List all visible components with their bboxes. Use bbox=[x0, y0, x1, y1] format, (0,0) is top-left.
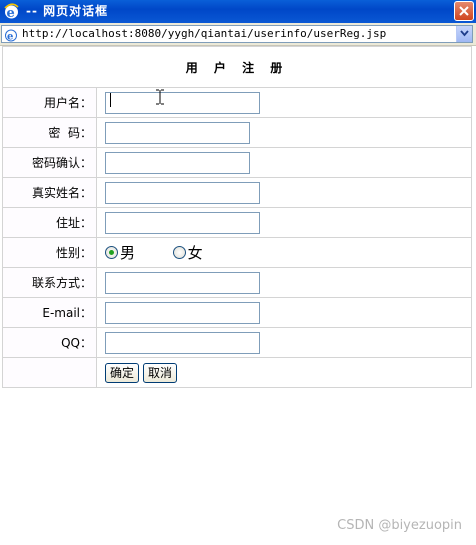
form-row-contact: 联系方式： bbox=[2, 267, 472, 298]
form-row-password: 密 码： bbox=[2, 117, 472, 148]
gender-male-radio[interactable] bbox=[105, 246, 118, 259]
form-row-email: E-mail： bbox=[2, 297, 472, 328]
address-bar: e http://localhost:8080/yygh/qiantai/use… bbox=[0, 23, 476, 46]
qq-cell bbox=[96, 327, 472, 358]
form-row-username: 用户名： bbox=[2, 87, 472, 118]
email-cell bbox=[96, 297, 472, 328]
confirm-button[interactable]: 确定 bbox=[105, 362, 140, 383]
gender-male-label: 男 bbox=[120, 243, 136, 262]
dialog-window: e -- 网页对话框 e http://localhost:8080/yygh/… bbox=[0, 0, 476, 545]
gender-female-label: 女 bbox=[187, 243, 203, 262]
actions-label-cell bbox=[2, 357, 97, 388]
realname-cell bbox=[96, 177, 472, 208]
gender-female-option[interactable]: 女 bbox=[172, 243, 203, 262]
confirm-password-cell bbox=[96, 147, 472, 178]
email-label: E-mail： bbox=[2, 297, 97, 328]
confirm-password-label: 密码确认： bbox=[2, 147, 97, 178]
address-dropdown-button[interactable] bbox=[456, 26, 472, 42]
form-row-realname: 真实姓名： bbox=[2, 177, 472, 208]
svg-text:e: e bbox=[7, 32, 13, 43]
address-url: http://localhost:8080/yygh/qiantai/useri… bbox=[22, 27, 387, 40]
password-label: 密 码： bbox=[2, 117, 97, 148]
form-row-actions: 确定 取消 bbox=[2, 357, 472, 388]
qq-label: QQ： bbox=[2, 327, 97, 358]
gender-cell: 男 女 bbox=[96, 237, 472, 268]
internet-explorer-icon: e bbox=[3, 3, 20, 21]
gender-male-option[interactable]: 男 bbox=[105, 244, 135, 262]
form-row-address: 住址： bbox=[2, 207, 472, 238]
address-label: 住址： bbox=[2, 207, 97, 238]
form-row-gender: 性别： 男 女 bbox=[2, 237, 472, 268]
form-row-qq: QQ： bbox=[2, 327, 472, 358]
address-cell bbox=[96, 207, 472, 238]
realname-label: 真实姓名： bbox=[2, 177, 97, 208]
contact-label: 联系方式： bbox=[2, 267, 97, 298]
form-title: 用 户 注 册 bbox=[2, 46, 472, 88]
svg-text:e: e bbox=[7, 6, 15, 20]
confirm-password-input[interactable] bbox=[105, 151, 250, 174]
title-bar: e -- 网页对话框 bbox=[0, 0, 476, 23]
form-row-confirm: 密码确认： bbox=[2, 147, 472, 178]
registration-form: 用 户 注 册 用户名： 密 码： 密码确认： 真实姓名： 住址： 性别： 男 … bbox=[2, 46, 472, 388]
gender-female-radio[interactable] bbox=[172, 246, 186, 259]
password-input[interactable] bbox=[105, 121, 250, 144]
contact-input[interactable] bbox=[105, 271, 260, 294]
ibeam-cursor-icon bbox=[155, 89, 165, 105]
cancel-button[interactable]: 取消 bbox=[143, 362, 178, 383]
address-input[interactable] bbox=[105, 211, 260, 234]
watermark: CSDN @biyezuopin bbox=[337, 518, 462, 533]
contact-cell bbox=[96, 267, 472, 298]
actions-cell: 确定 取消 bbox=[96, 357, 472, 388]
username-cell bbox=[96, 87, 472, 118]
window-title: -- 网页对话框 bbox=[26, 4, 109, 18]
text-caret bbox=[110, 93, 111, 107]
gender-label: 性别： bbox=[2, 237, 97, 268]
realname-input[interactable] bbox=[105, 181, 260, 204]
password-cell bbox=[96, 117, 472, 148]
page-icon: e bbox=[4, 27, 18, 43]
username-label: 用户名： bbox=[2, 87, 97, 118]
chevron-down-icon bbox=[460, 30, 469, 37]
username-input[interactable] bbox=[105, 91, 260, 114]
email-input[interactable] bbox=[105, 301, 260, 324]
close-icon bbox=[459, 6, 469, 16]
close-button[interactable] bbox=[454, 1, 474, 21]
address-field[interactable]: e http://localhost:8080/yygh/qiantai/use… bbox=[1, 25, 473, 43]
qq-input[interactable] bbox=[105, 331, 260, 354]
